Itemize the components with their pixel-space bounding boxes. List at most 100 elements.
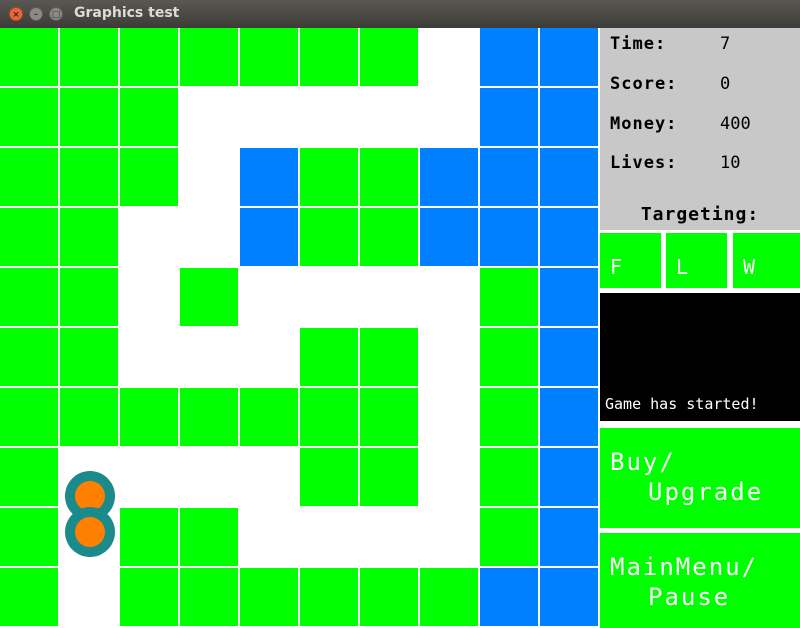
grass-tile[interactable] [240, 388, 298, 446]
water-tile [420, 208, 478, 266]
money-label: Money: [610, 114, 678, 134]
grass-tile[interactable] [180, 28, 238, 86]
path-tile [240, 328, 298, 386]
grass-tile[interactable] [0, 28, 58, 86]
grass-tile[interactable] [300, 148, 358, 206]
grass-tile[interactable] [60, 88, 118, 146]
water-tile [540, 28, 598, 86]
enemy-core [75, 517, 105, 547]
grass-tile[interactable] [480, 328, 538, 386]
water-tile [540, 268, 598, 326]
money-value: 400 [720, 114, 751, 134]
path-tile [360, 88, 418, 146]
grass-tile[interactable] [360, 28, 418, 86]
target-first-label: F [610, 255, 623, 279]
grass-tile[interactable] [480, 508, 538, 566]
grass-tile[interactable] [0, 208, 58, 266]
grass-tile[interactable] [120, 148, 178, 206]
grass-tile[interactable] [360, 388, 418, 446]
path-tile [240, 508, 298, 566]
path-tile [180, 208, 238, 266]
lives-value: 10 [720, 153, 741, 173]
water-tile [240, 148, 298, 206]
grass-tile[interactable] [120, 508, 178, 566]
grass-tile[interactable] [60, 328, 118, 386]
grass-tile[interactable] [120, 568, 178, 626]
grass-tile[interactable] [60, 148, 118, 206]
grass-tile[interactable] [480, 448, 538, 506]
path-tile [420, 28, 478, 86]
grass-tile[interactable] [240, 28, 298, 86]
grass-tile[interactable] [0, 508, 58, 566]
water-tile [540, 148, 598, 206]
path-tile [420, 88, 478, 146]
path-tile [420, 328, 478, 386]
target-last-button[interactable]: L [666, 233, 727, 288]
time-label: Time: [610, 34, 667, 54]
grass-tile[interactable] [0, 448, 58, 506]
grass-tile[interactable] [300, 448, 358, 506]
target-weakest-label: W [743, 255, 756, 279]
grass-tile[interactable] [180, 268, 238, 326]
grass-tile[interactable] [240, 568, 298, 626]
time-value: 7 [720, 34, 731, 54]
grass-tile[interactable] [60, 28, 118, 86]
path-tile [420, 388, 478, 446]
close-icon[interactable]: × [9, 7, 23, 21]
grass-tile[interactable] [60, 268, 118, 326]
grass-tile[interactable] [120, 388, 178, 446]
buy-upgrade-line2: Upgrade [648, 478, 764, 506]
path-tile [360, 268, 418, 326]
grass-tile[interactable] [300, 328, 358, 386]
grass-tile[interactable] [180, 508, 238, 566]
path-tile [180, 148, 238, 206]
grass-tile[interactable] [120, 88, 178, 146]
grass-tile[interactable] [60, 208, 118, 266]
grass-tile[interactable] [0, 268, 58, 326]
minimize-icon[interactable]: – [29, 7, 43, 21]
grass-tile[interactable] [420, 568, 478, 626]
path-tile [420, 448, 478, 506]
buy-upgrade-button[interactable]: Buy/ Upgrade [600, 428, 800, 528]
grass-tile[interactable] [300, 388, 358, 446]
mainmenu-pause-button[interactable]: MainMenu/ Pause [600, 533, 800, 628]
target-first-button[interactable]: F [600, 233, 661, 288]
water-tile [540, 388, 598, 446]
grass-tile[interactable] [480, 268, 538, 326]
grass-tile[interactable] [0, 328, 58, 386]
mainmenu-pause-line1: MainMenu/ [610, 553, 759, 581]
lives-label: Lives: [610, 153, 678, 173]
target-weakest-button[interactable]: W [733, 233, 800, 288]
message-text: Game has started! [605, 395, 759, 413]
water-tile [480, 208, 538, 266]
path-tile [360, 508, 418, 566]
grass-tile[interactable] [0, 568, 58, 626]
grass-tile[interactable] [360, 568, 418, 626]
grass-tile[interactable] [300, 568, 358, 626]
grass-tile[interactable] [180, 568, 238, 626]
grass-tile[interactable] [60, 388, 118, 446]
path-tile [120, 268, 178, 326]
grass-tile[interactable] [360, 148, 418, 206]
path-tile [240, 448, 298, 506]
grass-tile[interactable] [480, 388, 538, 446]
grass-tile[interactable] [300, 28, 358, 86]
game-board[interactable] [0, 28, 600, 628]
grass-tile[interactable] [0, 148, 58, 206]
grass-tile[interactable] [120, 28, 178, 86]
grass-tile[interactable] [180, 388, 238, 446]
grass-tile[interactable] [360, 328, 418, 386]
grass-tile[interactable] [300, 208, 358, 266]
path-tile [60, 568, 118, 626]
grass-tile[interactable] [360, 448, 418, 506]
water-tile [480, 148, 538, 206]
enemy-unit [65, 507, 115, 557]
grass-tile[interactable] [0, 388, 58, 446]
water-tile [480, 568, 538, 626]
maximize-icon[interactable]: □ [49, 7, 63, 21]
grass-tile[interactable] [0, 88, 58, 146]
path-tile [240, 88, 298, 146]
grass-tile[interactable] [360, 208, 418, 266]
path-tile [180, 88, 238, 146]
water-tile [540, 88, 598, 146]
